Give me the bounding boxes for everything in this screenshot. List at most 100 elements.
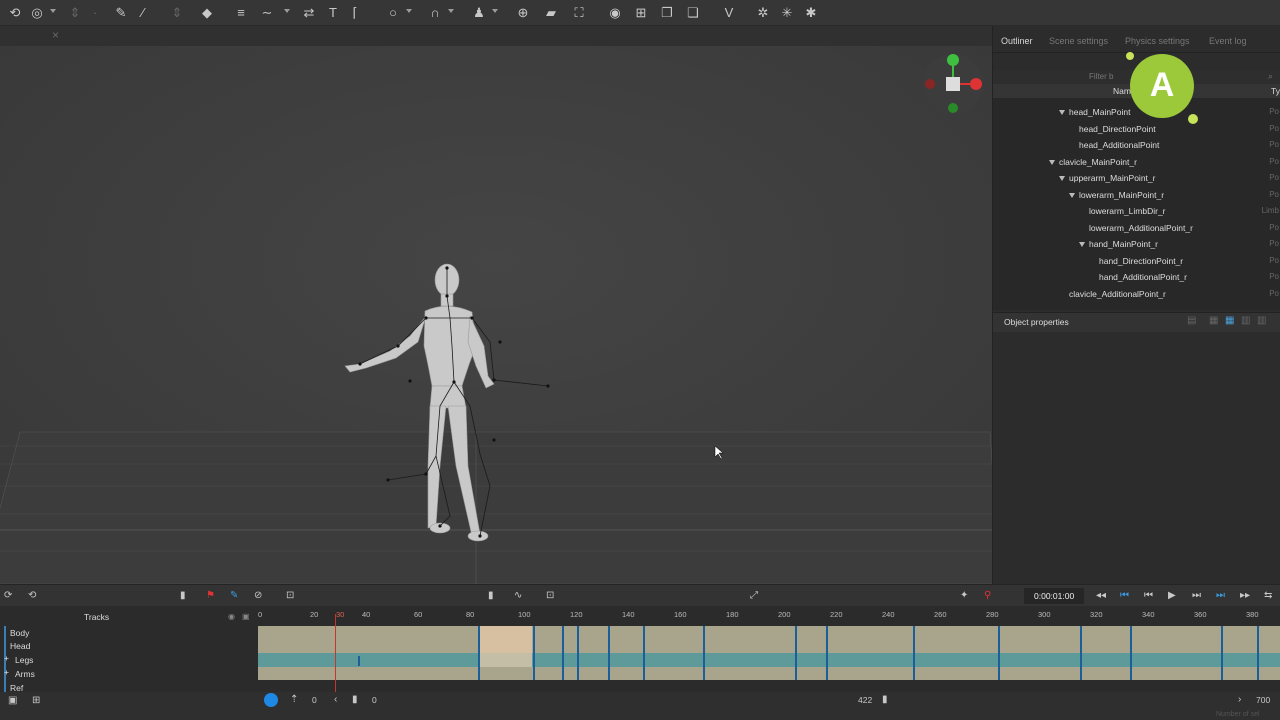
keyframe-mark[interactable] — [358, 656, 360, 666]
props-icon[interactable]: ▦ — [1225, 315, 1234, 326]
frame-icon[interactable]: ⛶ — [570, 4, 588, 22]
tree-item[interactable]: lowerarm_LimbDir_r — [1089, 203, 1166, 219]
keyframe-mark[interactable] — [998, 626, 1000, 680]
paint-icon[interactable]: ✎ — [112, 4, 130, 22]
filter-search-icon[interactable]: ⌕ — [1268, 71, 1273, 82]
tab-physics-settings[interactable]: Physics settings — [1125, 36, 1190, 46]
props-icon[interactable]: ▦ — [1209, 315, 1218, 326]
add-icon[interactable]: ⊞ — [32, 694, 40, 708]
range-end[interactable]: 422 — [858, 693, 872, 707]
joints-icon[interactable]: ✲ — [754, 4, 772, 22]
curve-icon[interactable]: ∼ — [258, 4, 276, 22]
go-end-icon[interactable]: ⏭ — [1216, 589, 1225, 603]
next-icon[interactable]: › — [1238, 693, 1241, 707]
props-icon[interactable]: ▤ — [1187, 315, 1196, 326]
run-pose-icon[interactable]: ♟ — [470, 4, 488, 22]
keyframe-mark[interactable] — [913, 626, 915, 680]
curve-editor-icon[interactable]: ∿ — [514, 589, 522, 603]
split-icon[interactable]: ▮ — [488, 589, 494, 603]
keyframe-mark[interactable] — [703, 626, 705, 680]
end-frame[interactable]: 700 — [1256, 693, 1270, 707]
tree-item[interactable]: head_AdditionalPoint — [1079, 137, 1159, 153]
keyframe-mark[interactable] — [577, 626, 579, 680]
loop-icon[interactable]: ⟳ — [4, 589, 12, 603]
fit-icon[interactable]: ⤢ — [750, 589, 758, 603]
target-icon[interactable]: ⊕ — [514, 4, 532, 22]
no-entry-icon[interactable]: ⊘ — [254, 589, 262, 603]
keyframe-mark[interactable] — [562, 626, 564, 680]
filter-input[interactable]: Filter b — [1089, 72, 1113, 81]
camera-icon[interactable]: ▰ — [542, 4, 560, 22]
panel-icon[interactable]: ▣ — [8, 694, 17, 708]
marker-icon[interactable]: ⚲ — [984, 589, 991, 603]
tab-outliner[interactable]: Outliner — [1001, 36, 1033, 46]
keyframe-mark[interactable] — [795, 626, 797, 680]
keyframe-mark[interactable] — [478, 626, 480, 680]
paste-icon[interactable]: ❏ — [684, 4, 702, 22]
text-icon[interactable]: T — [324, 4, 342, 22]
navigation-gizmo[interactable] — [918, 50, 988, 120]
lasso-icon[interactable]: ○ — [384, 4, 402, 22]
tree-item[interactable]: hand_AdditionalPoint_r — [1099, 269, 1187, 285]
column-type[interactable]: Ty — [1271, 86, 1280, 96]
handle-icon[interactable]: ▮ — [352, 693, 358, 707]
joints-alt-icon[interactable]: ✳ — [778, 4, 796, 22]
copy-icon[interactable]: ❐ — [658, 4, 676, 22]
bracket-icon[interactable]: ⌈ — [346, 4, 364, 22]
keyframe-mark[interactable] — [1130, 626, 1132, 680]
sync-icon[interactable]: ⟲ — [28, 589, 36, 603]
next-frame-icon[interactable]: ⏭ — [1192, 589, 1201, 603]
rewind-icon[interactable]: ◂◂ — [1096, 589, 1106, 603]
brush-icon[interactable]: ⁄ — [134, 4, 152, 22]
ik-icon[interactable]: ⊡ — [286, 589, 294, 603]
orbit-icon[interactable]: ◎ — [28, 4, 46, 22]
keyframe-mark[interactable] — [608, 626, 610, 680]
tree-item[interactable]: hand_DirectionPoint_r — [1099, 253, 1183, 269]
eraser-icon[interactable]: ◆ — [198, 4, 216, 22]
prev-icon[interactable]: ‹ — [334, 693, 337, 707]
joints-reset-icon[interactable]: ✱ — [802, 4, 820, 22]
tree-item[interactable]: clavicle_MainPoint_r — [1049, 154, 1137, 170]
list-icon[interactable]: ≡ — [232, 4, 250, 22]
tree-item[interactable]: lowerarm_MainPoint_r — [1069, 187, 1164, 203]
shuffle-icon[interactable]: ⇄ — [300, 4, 318, 22]
arch-icon[interactable]: ∩ — [426, 4, 444, 22]
time-field[interactable]: 0:00:01:00 — [1024, 588, 1084, 604]
range-start-button[interactable] — [264, 693, 278, 707]
tree-item[interactable]: upperarm_MainPoint_r — [1059, 170, 1155, 186]
props-icon[interactable]: ▥ — [1241, 315, 1250, 326]
props-icon[interactable]: ▥ — [1257, 315, 1266, 326]
handle-icon[interactable]: ▮ — [882, 693, 888, 707]
tree-item[interactable]: clavicle_AdditionalPoint_r — [1069, 286, 1166, 302]
range-start[interactable]: 0 — [372, 693, 377, 707]
forward-icon[interactable]: ▸▸ — [1240, 589, 1250, 603]
tab-event-log[interactable]: Event log — [1209, 36, 1247, 46]
keyframe-mark[interactable] — [1257, 626, 1259, 680]
tree-item[interactable]: hand_MainPoint_r — [1079, 236, 1158, 252]
keyframe-mark[interactable] — [1221, 626, 1223, 680]
close-icon[interactable]: × — [52, 28, 59, 42]
upload-icon[interactable]: ⇡ — [290, 693, 298, 707]
spiral-icon[interactable]: ◉ — [606, 4, 624, 22]
mirror-icon[interactable]: V — [720, 4, 738, 22]
tab-scene-settings[interactable]: Scene settings — [1049, 36, 1108, 46]
start-frame[interactable]: 0 — [312, 693, 317, 707]
keyframe-mark[interactable] — [1080, 626, 1082, 680]
ik-icon[interactable]: ⊡ — [546, 589, 554, 603]
3d-viewport[interactable] — [0, 46, 992, 584]
grid-icon[interactable]: ⊞ — [632, 4, 650, 22]
tree-item[interactable]: lowerarm_AdditionalPoint_r — [1089, 220, 1193, 236]
tree-item[interactable]: head_MainPoint — [1059, 104, 1130, 120]
magic-icon[interactable]: ✦ — [960, 589, 968, 603]
flag-icon[interactable]: ⚑ — [206, 589, 215, 603]
prev-frame-icon[interactable]: ⏮ — [1144, 589, 1153, 603]
play-icon[interactable]: ▶ — [1168, 589, 1176, 603]
rotate-view-icon[interactable]: ⟲ — [6, 4, 24, 22]
keyframe-mark[interactable] — [826, 626, 828, 680]
key-tool-icon[interactable]: ✎ — [230, 589, 238, 603]
split-icon[interactable]: ▮ — [180, 589, 186, 603]
loop-playback-icon[interactable]: ⇆ — [1264, 589, 1272, 603]
keyframe-mark[interactable] — [533, 626, 535, 680]
go-start-icon[interactable]: ⏮ — [1120, 589, 1129, 603]
keyframe-mark[interactable] — [643, 626, 645, 680]
